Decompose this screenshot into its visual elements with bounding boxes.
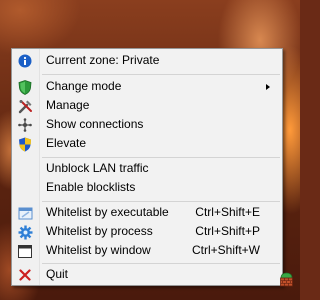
menu-separator	[42, 263, 280, 264]
shield-icon	[17, 79, 33, 95]
menu-separator	[42, 74, 280, 75]
menu-item-show-connections[interactable]: Show connections	[12, 115, 282, 134]
menu-item-manage[interactable]: Manage	[12, 96, 282, 115]
tools-icon	[17, 98, 33, 114]
executable-icon	[17, 205, 33, 221]
menu-item-label: Change mode	[46, 79, 122, 93]
menu-item-label: Whitelist by executable	[46, 205, 169, 219]
uac-shield-icon	[17, 136, 33, 152]
close-icon	[17, 267, 33, 283]
menu-item-label: Manage	[46, 98, 90, 112]
menu-item-current-zone[interactable]: Current zone: Private	[12, 51, 282, 70]
menu-item-whitelist-by-window[interactable]: Whitelist by window Ctrl+Shift+W	[12, 241, 282, 260]
submenu-arrow-icon	[266, 84, 270, 90]
menu-item-label: Show connections	[46, 117, 144, 131]
window-icon	[17, 243, 33, 259]
gear-icon	[17, 224, 33, 240]
menu-item-quit[interactable]: Quit	[12, 265, 282, 284]
menu-item-elevate[interactable]: Elevate	[12, 134, 282, 153]
menu-item-label: Elevate	[46, 136, 87, 150]
menu-item-unblock-lan-traffic[interactable]: Unblock LAN traffic	[12, 159, 282, 178]
menu-item-whitelist-by-process[interactable]: Whitelist by process Ctrl+Shift+P	[12, 222, 282, 241]
network-icon	[17, 117, 33, 133]
menu-item-label: Current zone: Private	[46, 53, 160, 67]
menu-item-label: Quit	[46, 267, 69, 281]
menu-separator	[42, 157, 280, 158]
tray-context-menu: Current zone: Private Change mode Manage	[11, 48, 283, 286]
menu-item-change-mode[interactable]: Change mode	[12, 77, 282, 96]
info-icon	[17, 53, 33, 69]
menu-item-label: Unblock LAN traffic	[46, 161, 149, 175]
menu-separator	[42, 201, 280, 202]
menu-item-whitelist-by-executable[interactable]: Whitelist by executable Ctrl+Shift+E	[12, 203, 282, 222]
menu-item-enable-blocklists[interactable]: Enable blocklists	[12, 178, 282, 197]
firewall-tray-icon[interactable]	[279, 272, 294, 287]
menu-item-label: Enable blocklists	[46, 180, 136, 194]
menu-item-label: Whitelist by process	[46, 224, 153, 238]
menu-item-shortcut: Ctrl+Shift+W	[191, 243, 260, 257]
menu-item-shortcut: Ctrl+Shift+P	[195, 224, 260, 238]
menu-item-shortcut: Ctrl+Shift+E	[195, 205, 260, 219]
menu-item-label: Whitelist by window	[46, 243, 151, 257]
